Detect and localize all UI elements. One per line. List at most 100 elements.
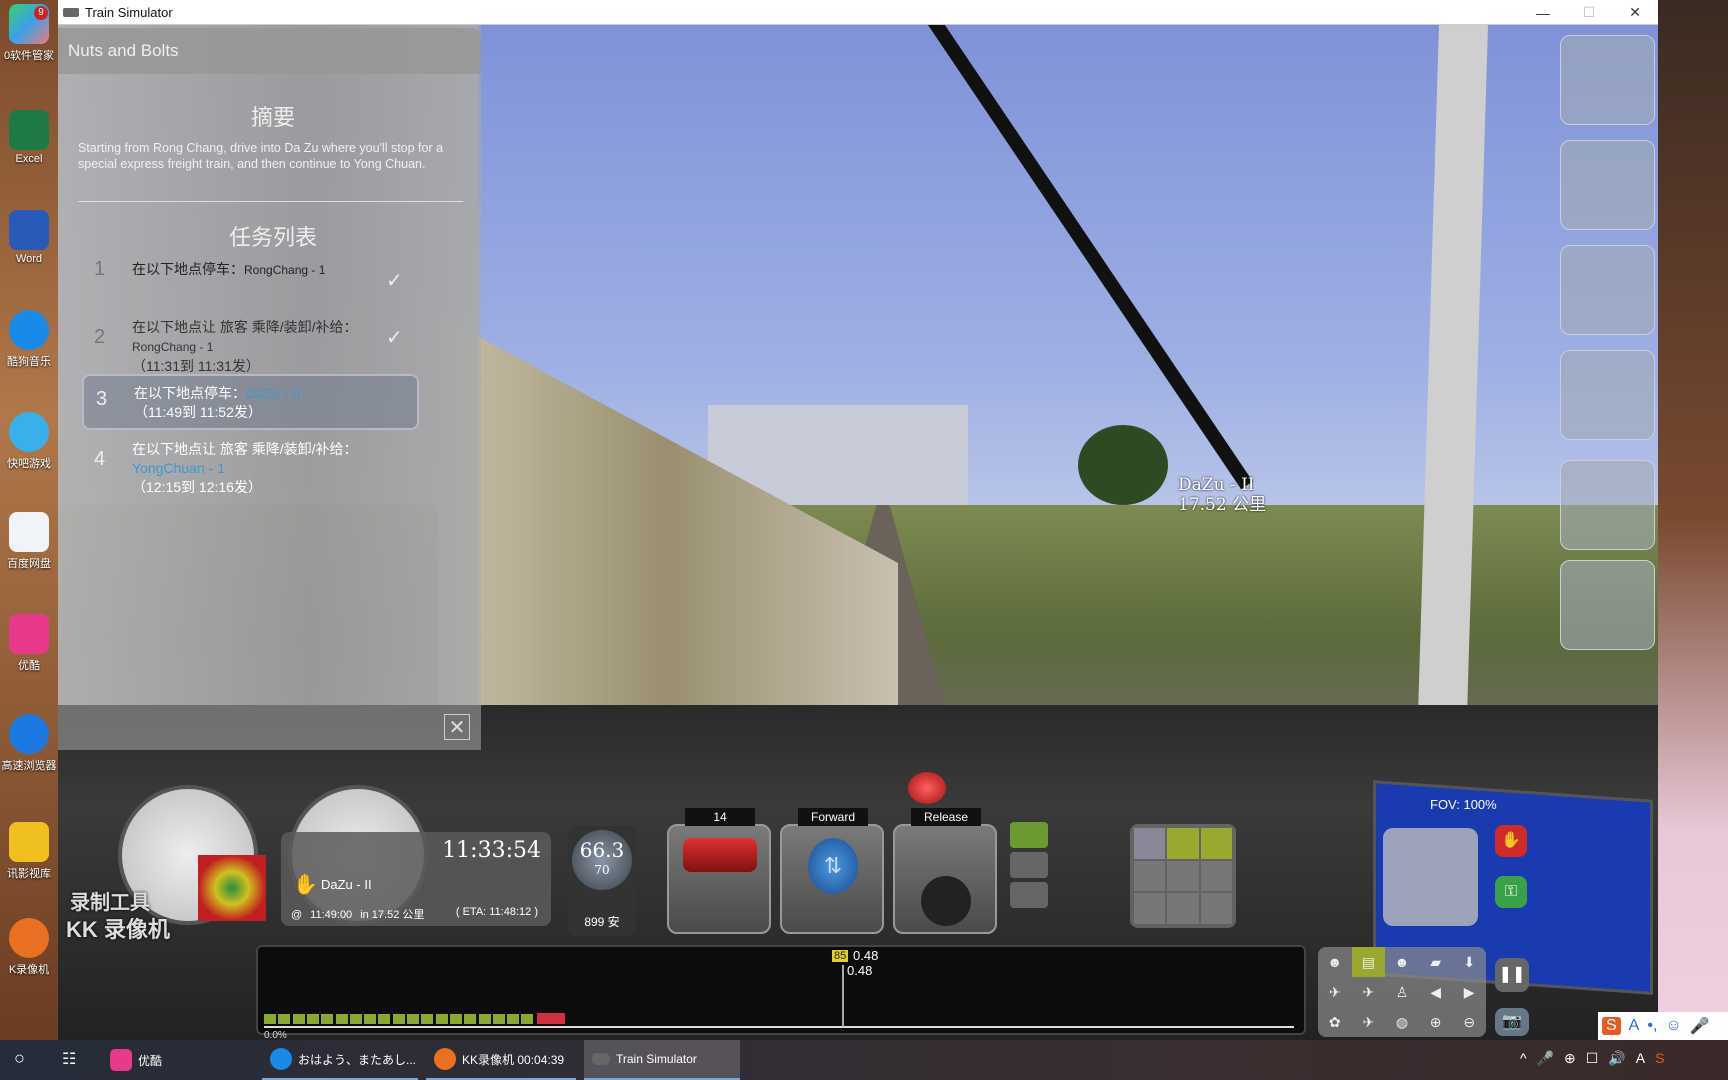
icon-label: K录像机 [8,964,50,976]
passenger-view-icon[interactable]: ☻ [1385,947,1419,977]
zoom-in-icon[interactable]: ⊕ [1419,1007,1453,1037]
map-button[interactable] [1560,560,1655,650]
horn-low-button[interactable] [1010,852,1048,878]
camera-button[interactable] [1560,35,1655,125]
maximize-button[interactable]: ☐ [1566,0,1612,25]
screenshot-button[interactable]: 📷 [1495,1008,1529,1036]
plane-icon[interactable]: ✈ [1352,1007,1386,1037]
task-item[interactable]: 2 在以下地点让 旅客 乘降/装卸/补给：RongChang - 1 （11:31到… [82,318,417,376]
sander-button[interactable] [1010,882,1048,908]
icon-label: 0软件管家 [3,50,55,62]
desktop-icon-word[interactable]: Word [0,210,58,265]
minimap[interactable] [1383,828,1478,926]
camera-2-button[interactable] [1560,245,1655,335]
window-title: Train Simulator [85,4,173,20]
seat-icon[interactable]: ♙ [1385,977,1419,1007]
close-button[interactable]: ✕ [1612,0,1658,25]
search-circle-icon[interactable]: ○ [14,1048,25,1069]
light-button[interactable] [1167,828,1199,859]
taskbar-item-kk-recorder[interactable]: KK录像机 00:04:39 [426,1040,576,1080]
emergency-button[interactable] [908,772,946,804]
input-method-icon[interactable]: A [1636,1050,1645,1067]
pantograph-button[interactable] [1200,828,1232,859]
throttle-lever[interactable]: 14 [667,808,771,934]
handbrake-button[interactable] [1167,860,1199,892]
mic-icon[interactable]: 🎤 [1537,1050,1554,1067]
wiper [928,25,1253,490]
speed-limit: 70 [594,863,610,877]
bell-button[interactable] [1167,893,1199,924]
key-button[interactable]: ⚿ [1495,876,1527,908]
train-view-icon[interactable]: ▰ [1419,947,1453,977]
desktop-icon-baidu-pan[interactable]: 百度网盘 [0,512,58,571]
ime-toolbar[interactable]: S A •, ☺ 🎤 [1598,1012,1728,1040]
task-item-active[interactable]: 3 在以下地点停车：DaZu - II （11:49到 11:52发） [82,374,419,430]
cab-camera-button[interactable] [1560,140,1655,230]
throttle-handle[interactable] [683,838,757,872]
icon-label: 百度网盘 [7,558,51,570]
task-location: YongChuan - 1 [132,460,225,476]
brake-lever[interactable]: Release [893,808,997,934]
taskbar-item-kugou[interactable]: おはよう、またあし... [262,1040,418,1080]
arrow-down-icon[interactable]: ⬇ [1452,947,1486,977]
coupler-button[interactable] [1134,860,1166,892]
task-text: 在以下地点停车： [132,261,244,277]
horn-high-button[interactable] [1010,822,1048,848]
sogou-tray-icon[interactable]: S [1655,1050,1664,1067]
wiper-button[interactable] [1134,828,1166,859]
reverser-arrows-icon[interactable]: ⇅ [808,838,858,894]
mic-icon[interactable]: 🎤 [1690,1016,1710,1036]
emoji-icon[interactable]: ☺ [1665,1017,1681,1035]
reverser-lever[interactable]: Forward ⇅ [780,808,884,934]
desktop-icon-kk-recorder[interactable]: K录像机 [0,918,58,977]
brake-handle[interactable] [921,876,971,926]
taskbar: ○ ☷ 优酷 おはよう、またあし... KK录像机 00:04:39 Train… [0,1040,1728,1080]
distance: in 17.52 公里 [360,909,425,921]
desktop-icon-browser[interactable]: 高速浏览器 [0,714,58,773]
cab-view-icon[interactable]: ▤ [1351,947,1386,977]
signal-button[interactable] [1560,350,1655,440]
volume-icon[interactable]: 🔊 [1608,1050,1625,1067]
train-car-icon [264,1014,276,1024]
browser-icon [9,714,49,754]
punctuation-icon[interactable]: •, [1647,1017,1657,1035]
pause-button[interactable]: ❚❚ [1495,958,1529,992]
stop-hand-button[interactable]: ✋ [1495,825,1527,857]
helicopter-2-icon[interactable]: ✈ [1352,977,1386,1007]
arrival-time: 11:49:00 [310,909,353,921]
close-panel-button[interactable]: ✕ [444,714,470,740]
sogou-icon[interactable]: S [1602,1017,1621,1035]
minimize-button[interactable]: — [1520,0,1566,25]
station-marker: DaZu - II 17.52 公里 [1178,475,1266,515]
task-view-icon[interactable]: ☷ [62,1049,76,1069]
network-icon[interactable]: ☐ [1586,1050,1599,1067]
blank-button[interactable] [1200,893,1232,924]
tray-app-icon[interactable]: ⊕ [1564,1050,1576,1067]
clock: 11:33:54 [442,838,541,863]
prev-car-icon[interactable]: ◀ [1419,977,1453,1007]
helicopter-1-icon[interactable]: ✈ [1318,977,1352,1007]
signal-2-button[interactable] [1560,460,1655,550]
desktop-icon-video-lib[interactable]: 讯影视库 [0,822,58,881]
horn-button[interactable] [1134,893,1166,924]
task-item[interactable]: 4 在以下地点让 旅客 乘降/装卸/补给： YongChuan - 1 （12:15到… [82,440,417,497]
desktop-icon-kugou[interactable]: 酷狗音乐 [0,310,58,369]
taskbar-item-youku[interactable]: 优酷 [102,1040,254,1080]
video-lib-icon [9,822,49,862]
desktop-icon-kuaiba[interactable]: 快吧游戏 [0,412,58,471]
check-icon: ✓ [386,327,403,349]
task-text: 在以下地点让 旅客 乘降/装卸/补给： [132,441,358,457]
next-car-icon[interactable]: ▶ [1452,977,1486,1007]
blank-button[interactable] [1200,860,1232,892]
desktop-icon-software-manager[interactable]: 0软件管家 [0,4,58,63]
person-camera-icon[interactable]: ☻ [1318,947,1352,977]
taskbar-item-train-simulator[interactable]: Train Simulator [584,1040,740,1080]
desktop-icon-youku[interactable]: 优酷 [0,614,58,673]
globe-icon[interactable]: ◍ [1385,1007,1419,1037]
desktop-icon-excel[interactable]: Excel [0,110,58,165]
zoom-out-icon[interactable]: ⊖ [1452,1007,1486,1037]
ime-mode[interactable]: A [1629,1017,1640,1035]
brain-icon[interactable]: ✿ [1318,1007,1352,1037]
task-item[interactable]: 1 在以下地点停车：RongChang - 1 [82,259,417,280]
tray-expand-icon[interactable]: ^ [1520,1050,1527,1067]
